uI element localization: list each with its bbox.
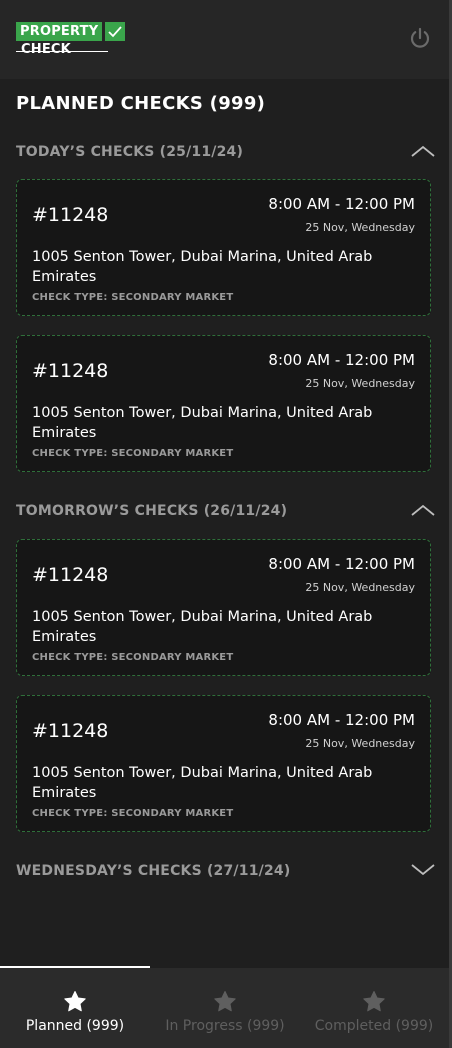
check-address: 1005 Senton Tower, Dubai Marina, United … — [32, 405, 373, 441]
check-id: #11248 — [32, 564, 109, 586]
chevron-up-icon[interactable] — [410, 143, 436, 159]
check-date: 25 Nov, Wednesday — [305, 737, 415, 750]
check-id: #11248 — [32, 204, 109, 226]
check-address: 1005 Senton Tower, Dubai Marina, United … — [32, 765, 373, 801]
chevron-up-icon[interactable] — [410, 502, 436, 518]
check-type: CHECK TYPE: SECONDARY MARKET — [32, 448, 234, 459]
check-type: CHECK TYPE: SECONDARY MARKET — [32, 292, 234, 303]
check-date: 25 Nov, Wednesday — [305, 221, 415, 234]
star-icon — [213, 990, 237, 1013]
check-time-window: 8:00 AM - 12:00 PM — [268, 711, 415, 729]
check-card[interactable]: #11248 8:00 AM - 12:00 PM 25 Nov, Wednes… — [16, 695, 431, 832]
section-label: TODAY’S CHECKS (25/11/24) — [16, 144, 244, 160]
star-icon — [63, 990, 87, 1013]
tab-in-progress[interactable]: In Progress (999) — [150, 968, 300, 1048]
check-date: 25 Nov, Wednesday — [305, 377, 415, 390]
checkmark-icon — [105, 22, 126, 41]
check-time-window: 8:00 AM - 12:00 PM — [268, 555, 415, 573]
logo-check-text: CHECK — [21, 42, 71, 57]
property-check-logo: PROPERTY CHECK — [16, 22, 136, 60]
check-id: #11248 — [32, 720, 109, 742]
logo-strike-line — [16, 51, 108, 52]
tab-label: In Progress (999) — [165, 1018, 285, 1034]
check-card[interactable]: #11248 8:00 AM - 12:00 PM 25 Nov, Wednes… — [16, 179, 431, 316]
page-title: PLANNED CHECKS (999) — [16, 93, 266, 114]
tab-completed[interactable]: Completed (999) — [299, 968, 449, 1048]
check-card[interactable]: #11248 8:00 AM - 12:00 PM 25 Nov, Wednes… — [16, 335, 431, 472]
section-label: WEDNESDAY’S CHECKS (27/11/24) — [16, 863, 291, 879]
check-time-window: 8:00 AM - 12:00 PM — [268, 351, 415, 369]
check-address: 1005 Senton Tower, Dubai Marina, United … — [32, 249, 373, 285]
check-time-window: 8:00 AM - 12:00 PM — [268, 195, 415, 213]
bottom-tab-bar: Planned (999) In Progress (999) Complete… — [0, 966, 449, 1048]
tab-label: Planned (999) — [25, 1018, 125, 1034]
chevron-down-icon[interactable] — [410, 862, 436, 878]
tab-label: Completed (999) — [314, 1018, 434, 1034]
logo-property-text: PROPERTY — [16, 22, 103, 41]
app-header: PROPERTY CHECK — [0, 0, 449, 79]
star-icon — [362, 990, 386, 1013]
check-type: CHECK TYPE: SECONDARY MARKET — [32, 652, 234, 663]
check-date: 25 Nov, Wednesday — [305, 581, 415, 594]
check-card[interactable]: #11248 8:00 AM - 12:00 PM 25 Nov, Wednes… — [16, 539, 431, 676]
check-id: #11248 — [32, 360, 109, 382]
section-label: TOMORROW’S CHECKS (26/11/24) — [16, 503, 288, 519]
section-header-wednesday[interactable]: WEDNESDAY’S CHECKS (27/11/24) — [16, 860, 436, 884]
power-icon[interactable] — [408, 26, 432, 50]
tab-planned[interactable]: Planned (999) — [0, 968, 150, 1048]
check-address: 1005 Senton Tower, Dubai Marina, United … — [32, 609, 373, 645]
section-header-today[interactable]: TODAY’S CHECKS (25/11/24) — [16, 141, 436, 165]
check-type: CHECK TYPE: SECONDARY MARKET — [32, 808, 234, 819]
section-header-tomorrow[interactable]: TOMORROW’S CHECKS (26/11/24) — [16, 500, 436, 524]
